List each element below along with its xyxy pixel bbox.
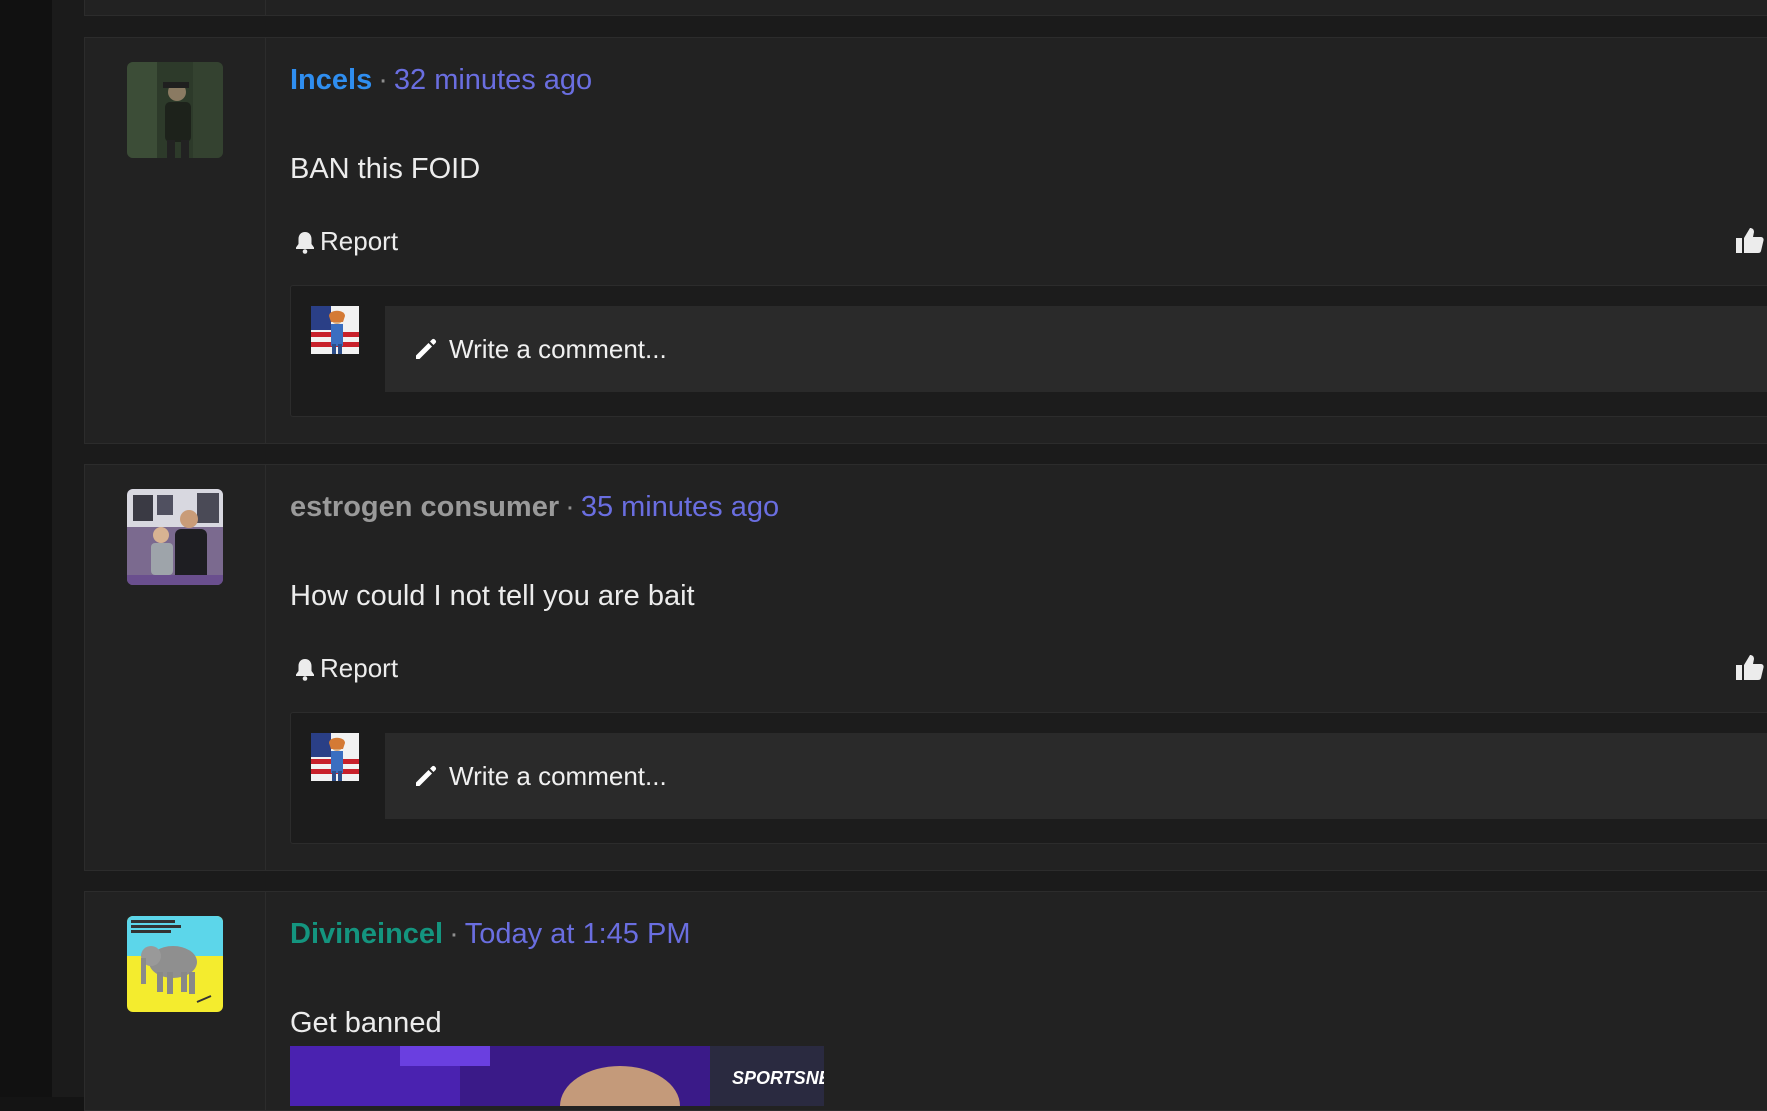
thumbs-up-icon <box>1735 655 1765 687</box>
byline-separator: · <box>449 918 459 950</box>
avatar[interactable] <box>127 62 223 158</box>
byline: Incels · 32 minutes ago <box>290 64 592 97</box>
like-button[interactable] <box>1735 653 1765 688</box>
previous-post <box>84 0 1767 16</box>
attached-image[interactable]: SPORTSNET <box>290 1046 824 1106</box>
bell-icon <box>294 230 316 254</box>
profile-post: estrogen consumer · 35 minutes ago How cou… <box>84 464 1767 871</box>
current-user-avatar[interactable] <box>311 733 359 781</box>
post-message: BAN this FOID <box>290 153 481 185</box>
comment-input[interactable]: Write a comment... <box>385 733 1767 819</box>
pencil-icon <box>413 336 439 362</box>
byline-separator: · <box>565 491 575 523</box>
post-gutter <box>85 0 266 15</box>
current-user-avatar[interactable] <box>311 306 359 354</box>
timestamp-link[interactable]: 32 minutes ago <box>394 64 592 96</box>
watermark-text: SPORTSNET <box>732 1068 824 1088</box>
comment-placeholder: Write a comment... <box>449 333 667 364</box>
comment-box: Write a comment... <box>290 285 1767 417</box>
avatar[interactable] <box>127 489 223 585</box>
byline: Divineincel · Today at 1:45 PM <box>290 918 690 951</box>
timestamp-link[interactable]: Today at 1:45 PM <box>465 918 691 950</box>
post-message: Get banned <box>290 1007 442 1039</box>
post-gutter <box>85 38 266 443</box>
timestamp-link[interactable]: 35 minutes ago <box>581 491 779 523</box>
report-button[interactable]: Report <box>294 653 398 684</box>
post-body: Incels · 32 minutes ago BAN this FOID Repo… <box>266 38 1767 443</box>
report-button[interactable]: Report <box>294 226 398 257</box>
profile-post: Divineincel · Today at 1:45 PM Get banned … <box>84 891 1767 1111</box>
left-rail <box>0 0 52 1097</box>
comment-placeholder: Write a comment... <box>449 760 667 791</box>
byline-separator: · <box>378 64 388 96</box>
username-link[interactable]: Incels <box>290 64 372 96</box>
report-label: Report <box>320 226 399 256</box>
thumbs-up-icon <box>1735 228 1765 260</box>
report-label: Report <box>320 653 399 683</box>
username-link[interactable]: Divineincel <box>290 918 443 950</box>
comment-input[interactable]: Write a comment... <box>385 306 1767 392</box>
comment-box: Write a comment... <box>290 712 1767 844</box>
post-message: How could I not tell you are bait <box>290 580 695 612</box>
post-body: Divineincel · Today at 1:45 PM Get banned … <box>266 892 1767 1110</box>
like-button[interactable] <box>1735 226 1765 261</box>
username-link[interactable]: estrogen consumer <box>290 491 559 523</box>
post-body: estrogen consumer · 35 minutes ago How cou… <box>266 465 1767 870</box>
post-gutter <box>85 892 266 1110</box>
post-gutter <box>85 465 266 870</box>
pencil-icon <box>413 763 439 789</box>
byline: estrogen consumer · 35 minutes ago <box>290 491 779 524</box>
bell-icon <box>294 657 316 681</box>
avatar[interactable] <box>127 916 223 1012</box>
profile-post: Incels · 32 minutes ago BAN this FOID Repo… <box>84 37 1767 444</box>
